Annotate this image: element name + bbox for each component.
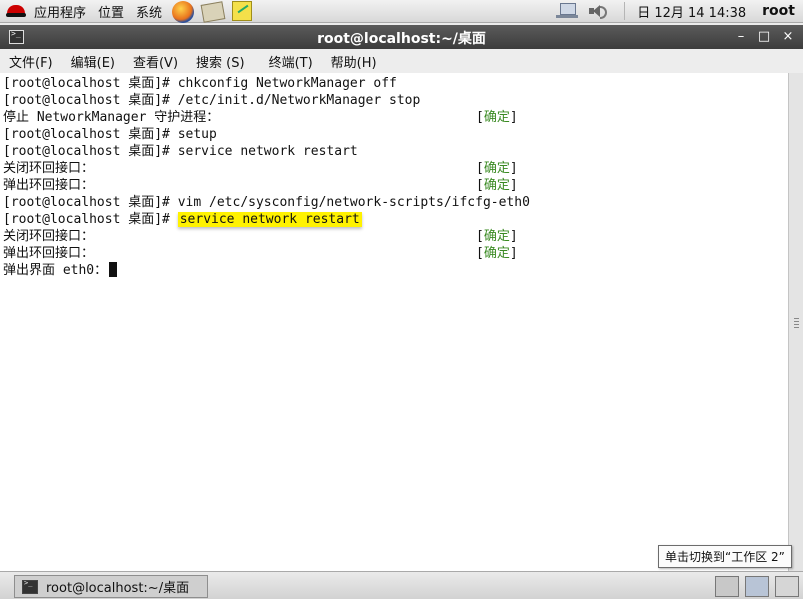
terminal-line: [root@localhost 桌面]# chkconfig NetworkMa… [3,75,397,92]
terminal-line: 关闭环回接口： [3,228,94,245]
network-icon[interactable] [556,3,579,19]
terminal-line-text: [root@localhost 桌面]# service network res… [3,144,358,159]
top-panel: 应用程序 位置 系统 日 12月 14 14:38 root [0,0,803,23]
terminal-line-text: 弹出环回接口： [3,246,95,261]
menu-applications[interactable]: 应用程序 [28,0,92,22]
workspace-2[interactable] [775,576,799,597]
volume-icon[interactable] [588,3,608,19]
minimize-button[interactable]: – [733,29,749,45]
terminal-line: 弹出界面 eth0： [3,262,118,279]
menu-file[interactable]: 文件(F) [0,52,62,71]
status-ok: [确定] [476,161,518,176]
notes-icon[interactable] [232,1,254,21]
terminal-line: [root@localhost 桌面]# vim /etc/sysconfig/… [3,194,530,211]
window-title: root@localhost:~/桌面 [317,31,486,47]
status-ok: [确定] [476,110,518,125]
clock[interactable]: 日 12月 14 14:38 [631,0,752,22]
bottom-panel: root@localhost:~/桌面 [0,571,803,599]
taskbar-terminal-label: root@localhost:~/桌面 [46,581,190,596]
terminal-line-text: 关闭环回接口： [3,161,95,176]
terminal-cursor [109,262,118,277]
terminal-line: [root@localhost 桌面]# setup [3,126,217,143]
menubar: 文件(F) 编辑(E) 查看(V) 搜索 (S) 终端(T) 帮助(H) [0,49,803,74]
status-ok-text: 确定 [483,178,510,193]
menu-help[interactable]: 帮助(H) [322,52,386,71]
terminal-line-text: 停止 NetworkManager 守护进程： [3,110,220,125]
terminal-line: [root@localhost 桌面]# /etc/init.d/Network… [3,92,420,109]
close-button[interactable]: × [780,29,796,45]
terminal-line-text: [root@localhost 桌面]# setup [3,127,217,142]
show-desktop-button[interactable] [715,576,739,597]
terminal-area[interactable]: [root@localhost 桌面]# chkconfig NetworkMa… [0,73,788,571]
menu-system[interactable]: 系统 [130,0,168,22]
maximize-button[interactable]: □ [756,29,772,45]
scrollbar-grip[interactable] [794,318,799,330]
workspace-1[interactable] [745,576,769,597]
terminal-prompt: [root@localhost 桌面]# [3,212,170,227]
menu-edit[interactable]: 编辑(E) [62,52,124,71]
menu-search[interactable]: 搜索 (S) [187,52,254,71]
terminal-line: 弹出环回接口： [3,177,94,194]
firefox-icon[interactable] [172,1,195,23]
menu-terminal[interactable]: 终端(T) [260,52,322,71]
terminal-line: [root@localhost 桌面]# service network res… [3,211,362,228]
status-ok: [确定] [476,178,518,193]
taskbar-terminal-button[interactable]: root@localhost:~/桌面 [14,575,208,598]
highlighted-command: service network restart [177,212,362,227]
terminal-line: 弹出环回接口： [3,245,94,262]
status-ok: [确定] [476,246,518,261]
status-ok-text: 确定 [483,229,510,244]
terminal-line: [root@localhost 桌面]# service network res… [3,143,358,160]
terminal-line-text: [root@localhost 桌面]# chkconfig NetworkMa… [3,76,397,91]
scrollbar[interactable] [788,73,803,571]
window-titlebar[interactable]: root@localhost:~/桌面 – □ × [0,25,803,49]
status-ok: [确定] [476,229,518,244]
redhat-logo-icon [6,3,26,19]
terminal-line-text: [root@localhost 桌面]# /etc/init.d/Network… [3,93,421,108]
terminal-line-text: [root@localhost 桌面]# vim /etc/sysconfig/… [3,195,530,210]
status-ok-text: 确定 [483,161,510,176]
user-menu[interactable]: root [752,3,803,19]
mail-icon[interactable] [200,1,226,23]
workspace-tooltip: 单击切换到“工作区 2” [658,545,792,568]
terminal-line-text: 弹出环回接口： [3,178,95,193]
terminal-line-text: 关闭环回接口： [3,229,95,244]
terminal-line: 关闭环回接口： [3,160,94,177]
status-ok-text: 确定 [483,110,510,125]
menu-places[interactable]: 位置 [92,0,130,22]
menu-view[interactable]: 查看(V) [124,52,187,71]
terminal-icon [22,579,38,594]
status-ok-text: 确定 [483,246,510,261]
terminal-line: 停止 NetworkManager 守护进程： [3,109,219,126]
terminal-line-text: 弹出界面 eth0： [3,263,108,278]
panel-separator [624,2,626,20]
